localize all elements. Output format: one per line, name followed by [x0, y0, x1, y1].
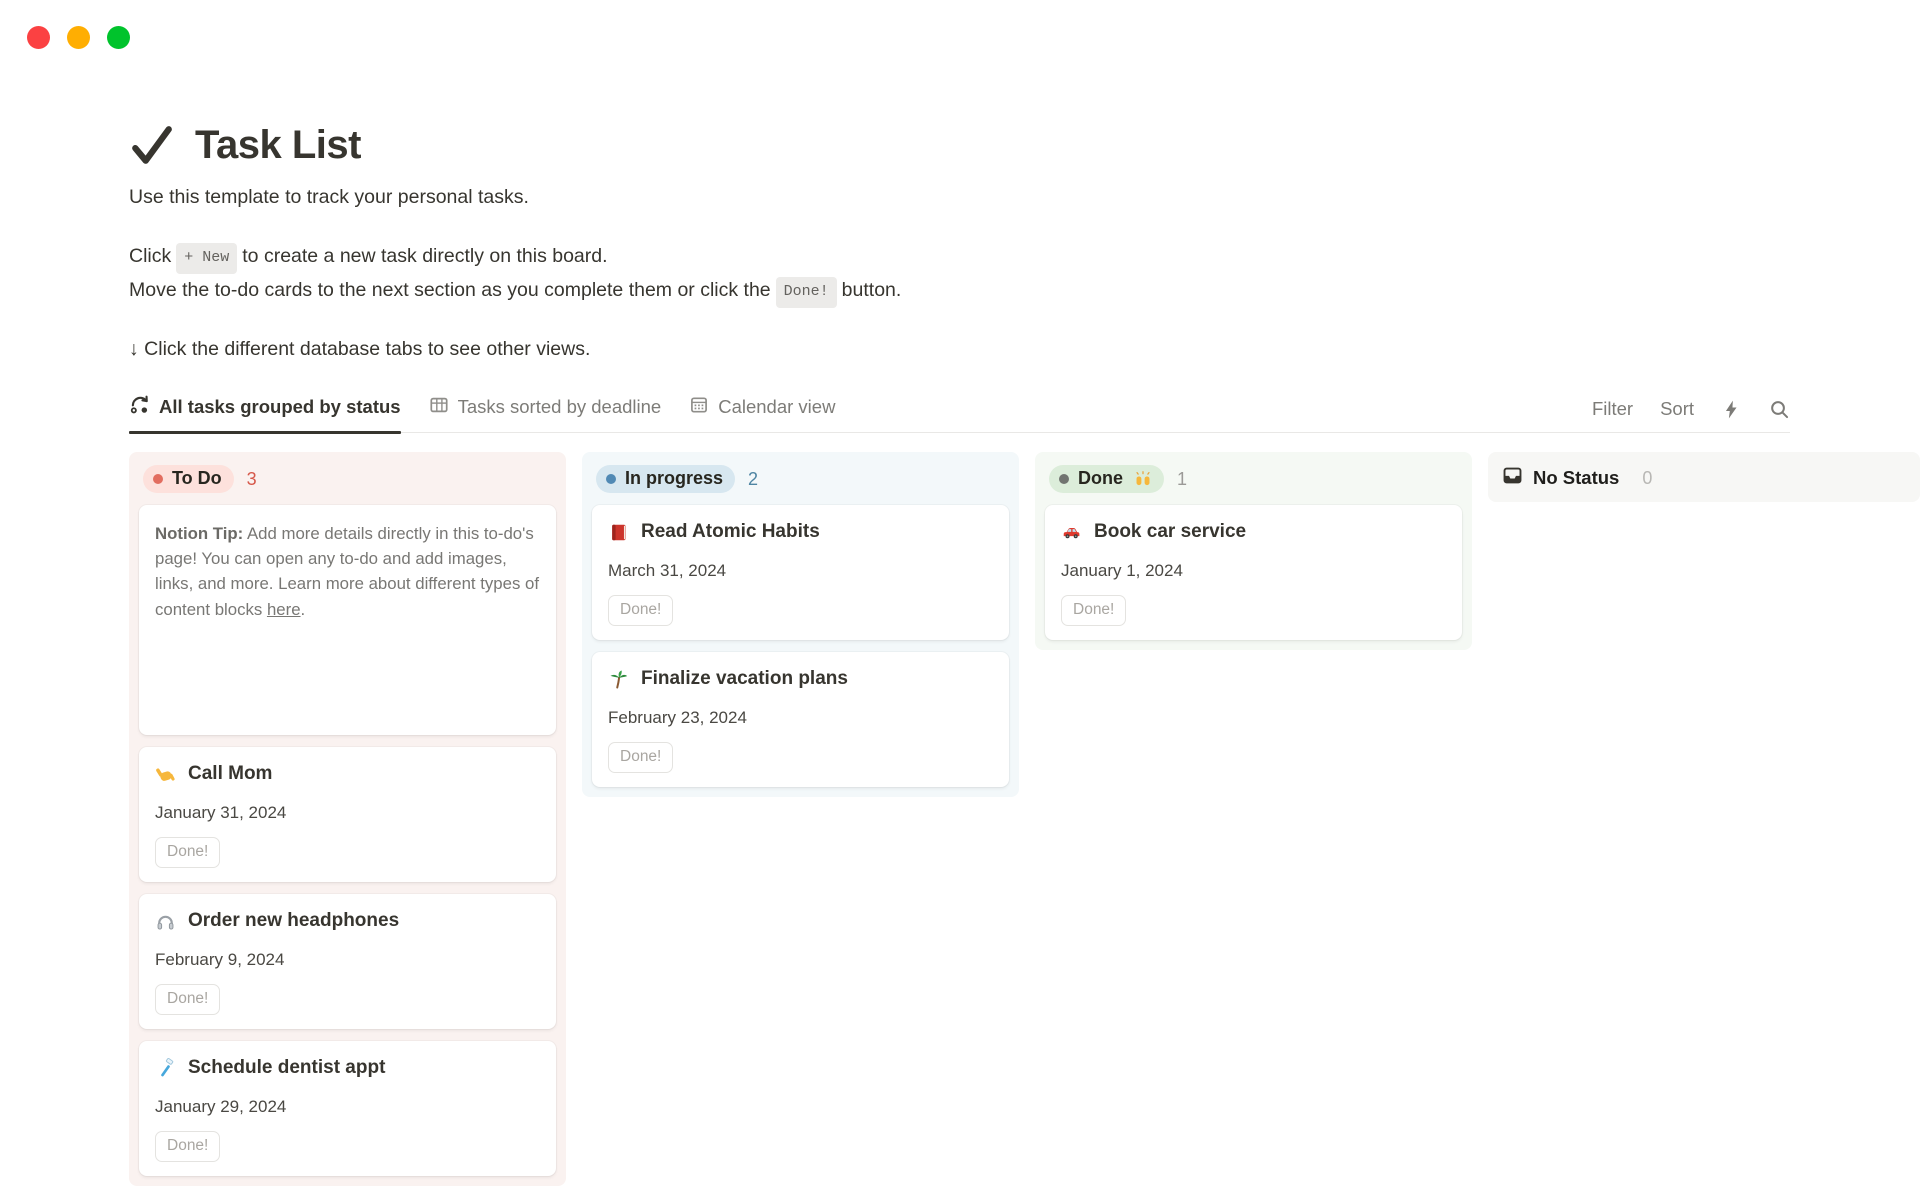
close-window-button[interactable]	[27, 26, 50, 49]
red-car-icon	[1061, 522, 1082, 543]
view-tabs: All tasks grouped by status Tasks sorted…	[129, 394, 835, 432]
instruction-line-3: ↓ Click the different database tabs to s…	[129, 338, 1920, 361]
toothbrush-icon	[155, 1058, 176, 1079]
kanban-board: To Do 3 Notion Tip: Add more details dir…	[129, 452, 1920, 1186]
column-to-do: To Do 3 Notion Tip: Add more details dir…	[129, 452, 566, 1186]
done-button[interactable]: Done!	[608, 595, 673, 626]
status-label: Done	[1078, 468, 1123, 489]
task-title: Finalize vacation plans	[641, 668, 848, 690]
task-card-read-atomic-habits[interactable]: Read Atomic Habits March 31, 2024 Done!	[592, 505, 1009, 640]
card-list: Book car service January 1, 2024 Done!	[1035, 504, 1472, 650]
status-label: In progress	[625, 468, 723, 489]
page-title-row: Task List	[129, 122, 1920, 168]
column-header[interactable]: In progress 2	[582, 452, 1019, 504]
page-title: Task List	[195, 123, 361, 168]
instruction-line-1: Click+ Newto create a new task directly …	[129, 242, 1920, 274]
new-chip: + New	[176, 243, 237, 274]
column-count: 1	[1177, 469, 1187, 490]
done-button[interactable]: Done!	[155, 837, 220, 868]
red-book-icon	[608, 522, 629, 543]
column-done: Done 1	[1035, 452, 1472, 650]
tab-label: Calendar view	[718, 396, 835, 418]
status-dot	[153, 474, 163, 484]
column-count: 2	[748, 469, 758, 490]
instruction-text: Click	[129, 245, 171, 267]
instruction-line-2: Move the to-do cards to the next section…	[129, 276, 1920, 308]
table-view-icon	[429, 395, 449, 420]
done-chip: Done!	[776, 277, 837, 308]
status-view-icon	[129, 394, 150, 420]
instruction-text: Move the to-do cards to the next section…	[129, 279, 771, 301]
done-button[interactable]: Done!	[608, 742, 673, 773]
page-subtitle: Use this template to track your personal…	[129, 186, 1920, 209]
task-card-schedule-dentist-appt[interactable]: Schedule dentist appt January 29, 2024 D…	[139, 1041, 556, 1176]
status-dot	[1059, 474, 1069, 484]
status-label: No Status	[1533, 467, 1619, 489]
window-controls	[27, 26, 130, 49]
notion-tip-bold: Notion Tip:	[155, 524, 243, 543]
database-tab-bar: All tasks grouped by status Tasks sorted…	[129, 394, 1790, 433]
inbox-icon	[1502, 465, 1523, 491]
task-due-date: February 23, 2024	[608, 708, 993, 728]
task-title: Order new headphones	[188, 910, 399, 932]
task-due-date: March 31, 2024	[608, 561, 993, 581]
done-button[interactable]: Done!	[1061, 595, 1126, 626]
page-content: Task List Use this template to track you…	[129, 0, 1920, 1186]
task-due-date: February 9, 2024	[155, 950, 540, 970]
task-card-order-new-headphones[interactable]: Order new headphones February 9, 2024 Do…	[139, 894, 556, 1029]
filter-button[interactable]: Filter	[1592, 398, 1633, 420]
tab-label: Tasks sorted by deadline	[458, 396, 662, 418]
checkmark-icon	[129, 122, 175, 168]
notion-tip-suffix: .	[301, 600, 306, 619]
column-count: 3	[247, 469, 257, 490]
lightning-icon[interactable]	[1721, 399, 1742, 420]
task-title: Book car service	[1094, 521, 1246, 543]
task-due-date: January 29, 2024	[155, 1097, 540, 1117]
instruction-text: button.	[842, 279, 902, 301]
instruction-text: to create a new task directly on this bo…	[242, 245, 607, 267]
task-title: Schedule dentist appt	[188, 1057, 385, 1079]
status-badge-to-do: To Do	[143, 465, 234, 493]
task-card-call-mom[interactable]: Call Mom January 31, 2024 Done!	[139, 747, 556, 882]
instructions: Click+ Newto create a new task directly …	[129, 242, 1920, 361]
status-label: To Do	[172, 468, 222, 489]
view-controls: Filter Sort	[1592, 398, 1790, 432]
tab-calendar-view[interactable]: Calendar view	[689, 394, 835, 432]
task-due-date: January 31, 2024	[155, 803, 540, 823]
tab-tasks-sorted-by-deadline[interactable]: Tasks sorted by deadline	[429, 394, 662, 432]
task-title: Read Atomic Habits	[641, 521, 820, 543]
task-title: Call Mom	[188, 763, 272, 785]
task-card-finalize-vacation-plans[interactable]: Finalize vacation plans February 23, 202…	[592, 652, 1009, 787]
card-list: Notion Tip: Add more details directly in…	[129, 504, 566, 1186]
calendar-view-icon	[689, 395, 709, 420]
palm-tree-icon	[608, 669, 629, 690]
here-link[interactable]: here	[267, 600, 301, 619]
column-no-status: No Status 0	[1488, 452, 1920, 502]
sort-button[interactable]: Sort	[1660, 398, 1694, 420]
status-badge-done: Done	[1049, 465, 1164, 493]
minimize-window-button[interactable]	[67, 26, 90, 49]
tab-label: All tasks grouped by status	[159, 396, 401, 418]
column-count: 0	[1642, 468, 1652, 489]
status-dot	[606, 474, 616, 484]
headphones-icon	[155, 911, 176, 932]
column-in-progress: In progress 2 Read Atomic Hab	[582, 452, 1019, 797]
column-header[interactable]: No Status 0	[1488, 452, 1920, 502]
task-due-date: January 1, 2024	[1061, 561, 1446, 581]
card-list: Read Atomic Habits March 31, 2024 Done!	[582, 504, 1019, 797]
column-header[interactable]: To Do 3	[129, 452, 566, 504]
done-button[interactable]: Done!	[155, 984, 220, 1015]
column-header[interactable]: Done 1	[1035, 452, 1472, 504]
notion-tip-text: Notion Tip: Add more details directly in…	[155, 521, 540, 622]
zoom-window-button[interactable]	[107, 26, 130, 49]
call-me-hand-icon	[155, 764, 176, 785]
task-card-book-car-service[interactable]: Book car service January 1, 2024 Done!	[1045, 505, 1462, 640]
status-badge-in-progress: In progress	[596, 465, 735, 493]
search-icon[interactable]	[1769, 399, 1790, 420]
done-button[interactable]: Done!	[155, 1131, 220, 1162]
notion-tip-card[interactable]: Notion Tip: Add more details directly in…	[139, 505, 556, 735]
tab-all-tasks-grouped-by-status[interactable]: All tasks grouped by status	[129, 394, 401, 432]
raised-hands-icon	[1134, 470, 1152, 488]
